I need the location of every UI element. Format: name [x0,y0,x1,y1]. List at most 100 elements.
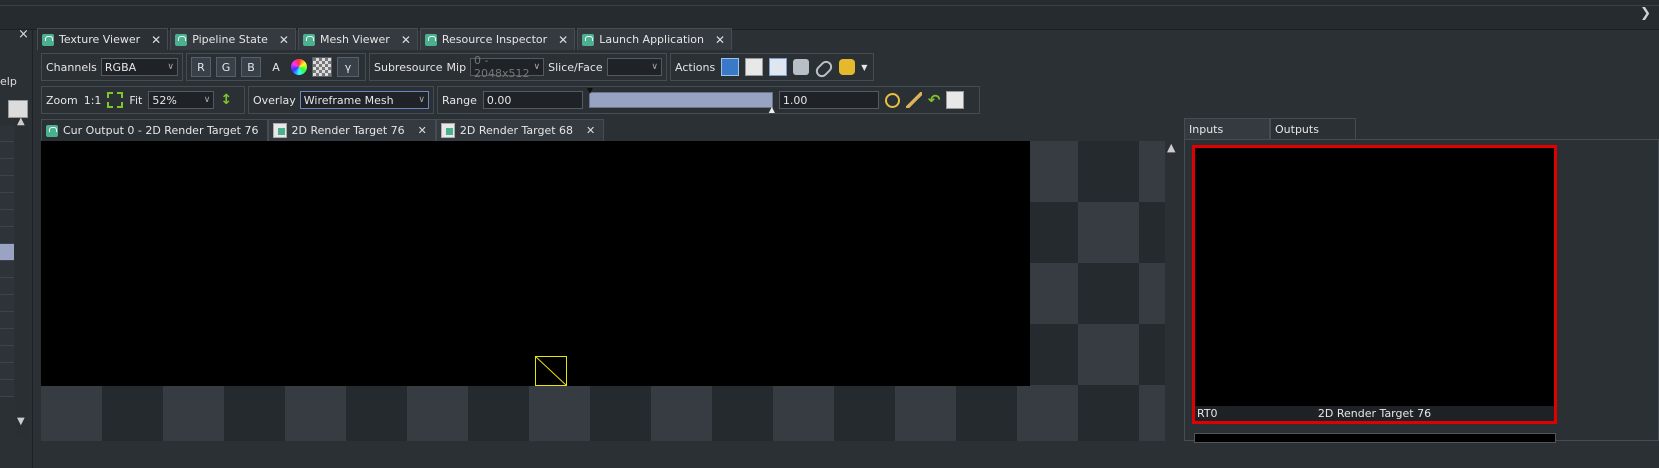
document-icon [272,123,287,138]
channels-select[interactable]: RGBA ∨ [100,58,178,76]
channel-buttons-group: R G B A γ [186,53,366,81]
texture-image [41,141,1030,386]
actions-label: Actions [675,60,716,74]
tab-render-target-76[interactable]: 2D Render Target 76 ✕ [267,119,436,141]
range-min-input[interactable]: 0.00 [482,91,583,109]
chevron-down-icon: ∨ [167,62,174,72]
tab-label: Cur Output 0 - 2D Render Target 76 [63,124,259,137]
main-tab-bar: Texture Viewer ✕ Pipeline State ✕ Mesh V… [37,28,733,50]
red-channel-button[interactable]: R [191,57,211,77]
overlay-select[interactable]: Wireframe Mesh ∨ [299,91,429,109]
blue-channel-button[interactable]: B [241,57,261,77]
zoom-range-icon[interactable] [884,92,900,108]
overlay-label: Overlay [253,93,296,107]
zoom-value: 52% [152,93,177,107]
zoom-group: Zoom 1:1 Fit 52% ∨ ↕ [41,86,245,114]
overlay-value: Wireframe Mesh [303,93,394,107]
output-thumbnail[interactable]: RT0 2D Render Target 76 [1192,145,1557,424]
chevron-down-icon: ∨ [651,62,658,72]
tab-label: Launch Application [599,33,705,46]
close-icon[interactable]: ✕ [418,124,427,137]
close-icon[interactable]: ✕ [151,33,161,47]
tab-label: Pipeline State [192,33,268,46]
copy-icon[interactable] [745,58,764,76]
tab-label: Resource Inspector [441,33,548,46]
tab-mesh-viewer[interactable]: Mesh Viewer ✕ [297,28,418,50]
range-min-handle[interactable]: ▼ [587,86,593,95]
scroll-down-icon[interactable]: ▼ [17,416,25,427]
thumbnail-caption: RT0 2D Render Target 76 [1195,406,1554,421]
mip-value: 0 - 2048x512 [474,54,530,80]
green-channel-button[interactable]: G [216,57,236,77]
zoom-one-to-one-button[interactable]: 1:1 [84,94,102,107]
open-file-icon[interactable] [769,58,788,76]
title-bar: ❯ [0,0,1659,30]
event-list-scrollbar[interactable] [15,118,29,438]
mip-select[interactable]: 0 - 2048x512 ∨ [470,54,545,80]
chevron-down-icon: ∨ [418,95,425,105]
window-icon [175,33,188,46]
save-icon[interactable] [721,58,740,76]
close-icon[interactable]: ✕ [715,33,725,47]
overlay-group: Overlay Wireframe Mesh ∨ [248,86,434,114]
window-icon [42,33,54,46]
fit-label[interactable]: Fit [129,94,142,107]
close-icon[interactable]: ✕ [401,33,411,47]
tab-render-target-68[interactable]: 2D Render Target 68 ✕ [435,119,605,141]
close-icon[interactable]: × [18,27,29,42]
color-wheel-icon[interactable] [291,59,307,75]
tab-resource-inspector[interactable]: Resource Inspector ✕ [419,28,576,50]
link-icon[interactable] [813,58,835,80]
alpha-channel-button[interactable]: A [266,57,286,77]
range-slider[interactable]: ▼ ▲ [587,86,775,114]
histogram-icon[interactable] [946,91,965,109]
mip-label: Mip [446,60,467,74]
binoculars-icon[interactable] [793,59,810,75]
chevron-down-icon: ∨ [203,95,211,105]
wireframe-overlay [535,356,567,386]
help-menu-label[interactable]: elp [0,75,17,88]
tab-inputs[interactable]: Inputs [1184,118,1270,140]
io-tab-bar: Inputs Outputs [1184,118,1356,140]
reset-range-icon[interactable]: ↶ [928,91,941,109]
checkerboard-icon[interactable] [312,57,332,77]
zoom-toolbar: Zoom 1:1 Fit 52% ∨ ↕ Overlay Wireframe Me… [41,86,980,114]
chevron-down-icon: ∨ [533,62,541,72]
flip-vertical-icon[interactable]: ↕ [220,92,232,108]
range-group: Range 0.00 ▼ ▲ 1.00 ↶ [437,86,980,114]
tab-pipeline-state[interactable]: Pipeline State ✕ [170,28,296,50]
slice-face-label: Slice/Face [548,60,603,74]
close-icon[interactable]: ✕ [586,124,595,137]
close-icon[interactable]: ✕ [279,33,289,47]
tab-label: 2D Render Target 76 [291,124,405,137]
window-icon [424,33,437,46]
thumbnail-name: 2D Render Target 76 [1317,407,1432,420]
close-icon[interactable]: ✕ [558,33,568,47]
puzzle-icon[interactable] [839,59,856,75]
slice-face-select[interactable]: ∨ [606,58,662,76]
tab-label: Mesh Viewer [319,33,390,46]
tab-texture-viewer[interactable]: Texture Viewer ✕ [37,28,169,50]
output-thumbnail-2[interactable] [1194,433,1556,443]
scroll-up-icon[interactable]: ▲ [17,116,25,127]
zoom-select[interactable]: 52% ∨ [148,91,215,109]
viewport-scrollbar[interactable]: ▲ [1165,141,1179,441]
tab-outputs[interactable]: Outputs [1270,118,1356,140]
left-panel: × elp ▲ ▼ [0,27,33,468]
chevron-up-icon[interactable]: ▲ [1167,141,1175,154]
chevron-right-icon[interactable]: ❯ [1640,6,1651,21]
window-icon [302,33,315,46]
tab-cur-output[interactable]: Cur Output 0 - 2D Render Target 76 [41,119,268,141]
document-icon [440,123,455,138]
range-max-handle[interactable]: ▲ [769,105,775,114]
auto-fit-icon[interactable] [905,92,922,108]
dropdown-arrow-icon[interactable]: ▼ [861,63,867,72]
tab-label: 2D Render Target 68 [459,124,574,137]
actions-group: Actions ▼ [670,53,874,81]
gamma-button[interactable]: γ [337,57,359,77]
event-list[interactable] [0,125,14,435]
fit-icon[interactable] [107,92,124,108]
range-max-input[interactable]: 1.00 [778,91,879,109]
tab-launch-application[interactable]: Launch Application ✕ [577,28,733,50]
subresource-label: Subresource [374,60,443,74]
